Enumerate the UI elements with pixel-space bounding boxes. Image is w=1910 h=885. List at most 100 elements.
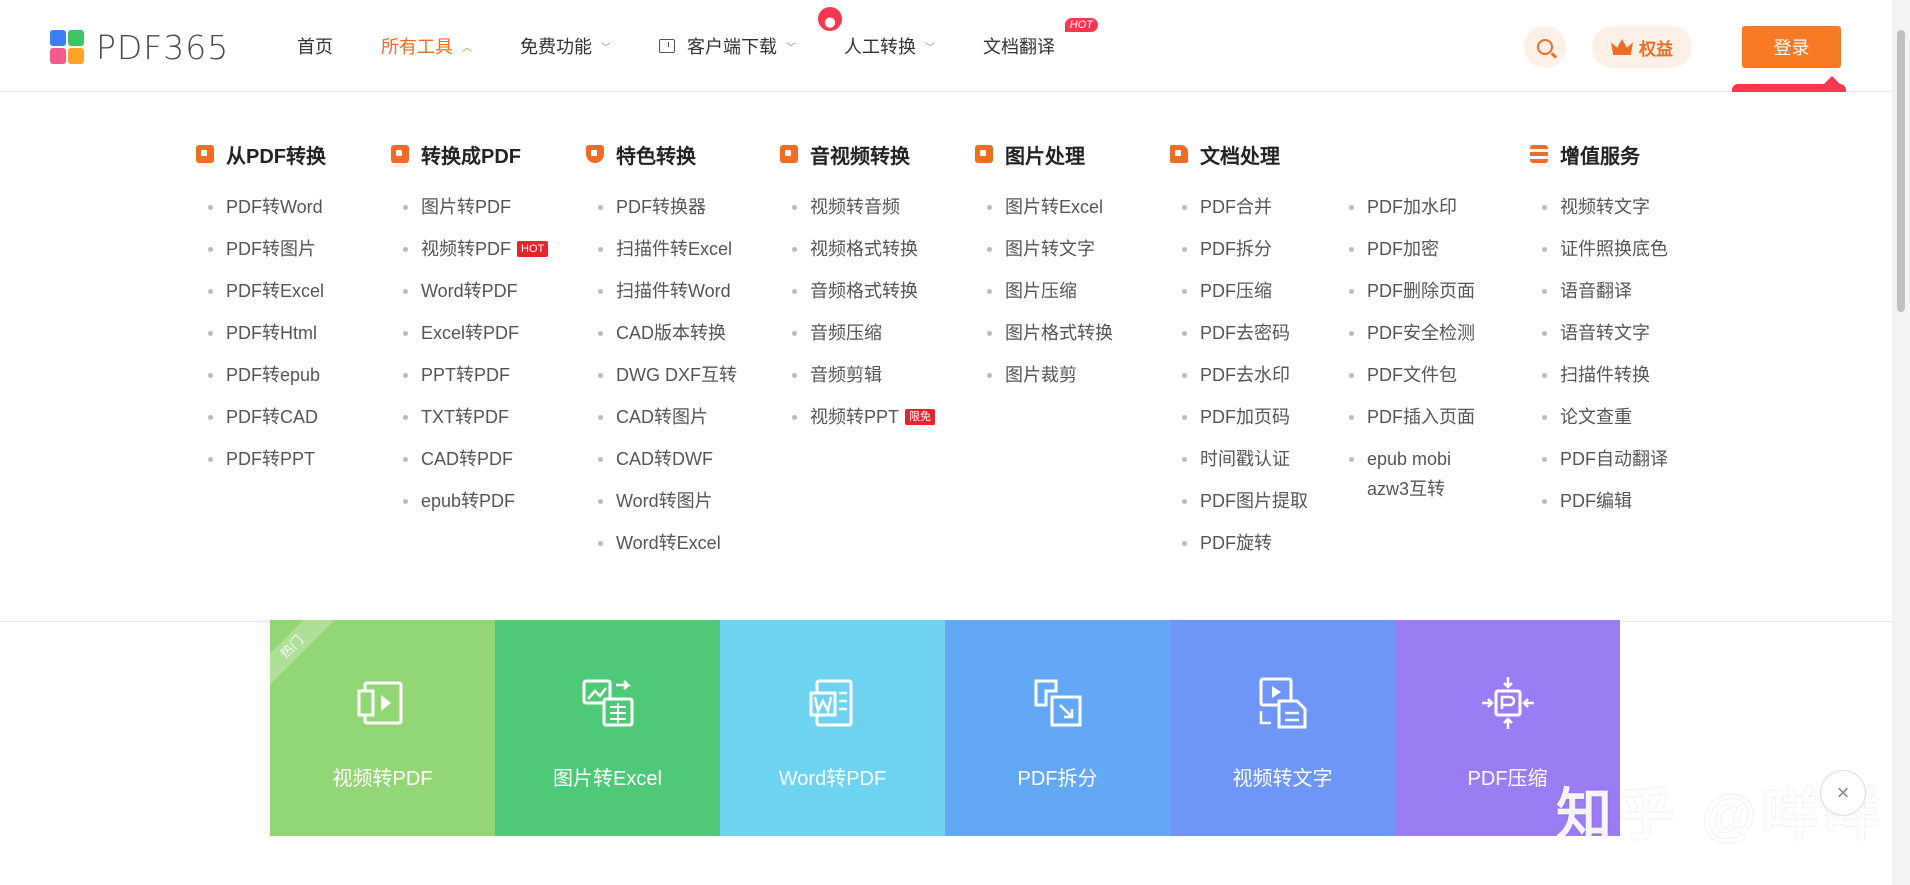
menu-item[interactable]: PDF压缩 [1170,270,1308,312]
menu-item[interactable]: PDF加水印 [1337,186,1497,228]
column-title: 音视频转换 [810,145,910,168]
menu-item[interactable]: 扫描件转Excel [586,228,737,270]
tile-image-to-excel[interactable]: 图片转Excel [495,620,720,836]
tile-label: 图片转Excel [553,768,662,790]
menu-item[interactable]: Word转PDF [391,270,548,312]
nav-free-features-label: 免费功能 [520,37,592,57]
menu-item[interactable]: PDF转Word [196,186,326,228]
tool-list: PDF加水印 PDF加密 PDF删除页面 PDF安全检测 PDF文件包 PDF插… [1337,186,1497,510]
menu-item[interactable]: 图片转Excel [975,186,1113,228]
menu-item[interactable]: TXT转PDF [391,396,548,438]
menu-item[interactable]: 扫描件转Word [586,270,737,312]
menu-item[interactable]: PDF拆分 [1170,228,1308,270]
menu-item[interactable]: PDF文件包 [1337,354,1497,396]
tile-video-to-text[interactable]: 视频转文字 [1170,620,1395,836]
menu-item[interactable]: PDF转图片 [196,228,326,270]
menu-item[interactable]: 证件照换底色 [1530,228,1668,270]
menu-item[interactable]: PDF加页码 [1170,396,1308,438]
menu-item[interactable]: 音频格式转换 [780,270,935,312]
menu-item[interactable]: 语音翻译 [1530,270,1668,312]
word-to-pdf-icon [809,679,852,727]
menu-item[interactable]: epub mobi azw3互转 [1337,438,1497,510]
menu-item[interactable]: PDF图片提取 [1170,480,1308,522]
menu-item[interactable]: DWG DXF互转 [586,354,737,396]
pdf-convert-icon [196,145,214,163]
menu-item-label: 视频转PPT [810,407,900,427]
search-button[interactable] [1524,26,1566,68]
column-title: 增值服务 [1560,145,1640,168]
menu-item[interactable]: Word转图片 [586,480,737,522]
menu-item[interactable]: PDF删除页面 [1337,270,1497,312]
menu-item[interactable]: 语音转文字 [1530,312,1668,354]
menu-item[interactable]: CAD转图片 [586,396,737,438]
nav-free-features[interactable]: 免费功能 ﹀ [520,33,611,59]
menu-item[interactable]: PDF去水印 [1170,354,1308,396]
menu-item[interactable]: 视频格式转换 [780,228,935,270]
menu-item[interactable]: CAD转PDF [391,438,548,480]
menu-item[interactable]: PDF转Excel [196,270,326,312]
menu-item[interactable]: 图片裁剪 [975,354,1113,396]
featured-tools: 热门 视频转PDF 图片转Excel Word转PDF PDF拆分 视频转文字 … [270,620,1620,836]
menu-item[interactable]: 图片格式转换 [975,312,1113,354]
menu-item[interactable]: PDF转epub [196,354,326,396]
chevron-up-icon: ︿ [462,42,472,54]
menu-item[interactable]: PDF加密 [1337,228,1497,270]
nav-client-download[interactable]: 客户端下载 ﹀ [659,33,796,59]
menu-item[interactable]: epub转PDF [391,480,548,522]
menu-item[interactable]: 视频转文字 [1530,186,1668,228]
menu-item[interactable]: 图片转文字 [975,228,1113,270]
menu-item[interactable]: PDF合并 [1170,186,1308,228]
menu-item[interactable]: PDF转PPT [196,438,326,480]
tile-video-to-pdf[interactable]: 热门 视频转PDF [270,620,495,836]
menu-item[interactable]: PDF自动翻译 [1530,438,1668,480]
menu-item[interactable]: 音频剪辑 [780,354,935,396]
nav-manual-conversion-label: 人工转换 [844,37,916,57]
menu-item[interactable]: 扫描件转换 [1530,354,1668,396]
menu-item[interactable]: Excel转PDF [391,312,548,354]
nav-manual-conversion[interactable]: 人工转换 ﹀ [818,7,935,59]
scrollbar-thumb[interactable] [1897,30,1905,312]
menu-column-docs-more: PDF加水印 PDF加密 PDF删除页面 PDF安全检测 PDF文件包 PDF插… [1337,172,1497,510]
menu-item[interactable]: 视频转PPT 限免 [780,396,936,438]
menu-item[interactable]: PDF去密码 [1170,312,1308,354]
logo[interactable]: PDF365 [50,28,229,67]
menu-column-image: 图片处理 图片转Excel 图片转文字 图片压缩 图片格式转换 图片裁剪 [975,136,1113,396]
menu-item[interactable]: PDF转换器 [586,186,737,228]
menu-item[interactable]: 论文查重 [1530,396,1668,438]
menu-item[interactable]: PDF转CAD [196,396,326,438]
tool-list: PDF合并 PDF拆分 PDF压缩 PDF去密码 PDF去水印 PDF加页码 时… [1170,186,1308,564]
rights-button[interactable]: 权益 [1592,26,1692,68]
menu-item[interactable]: 视频转PDF HOT [391,228,549,270]
column-heading: 增值服务 [1530,136,1668,172]
login-button[interactable]: 登录 [1742,26,1841,68]
nav-all-tools[interactable]: 所有工具 ︿ [381,33,472,59]
menu-item[interactable]: 图片转PDF [391,186,548,228]
top-header: PDF365 首页 所有工具 ︿ 免费功能 ﹀ 客户端下载 ﹀ 人工转换 ﹀ 文… [0,0,1892,94]
tile-label: PDF压缩 [1467,768,1548,790]
menu-item[interactable]: PPT转PDF [391,354,548,396]
menu-item[interactable]: CAD转DWF [586,438,737,480]
tool-list: 视频转音频 视频格式转换 音频格式转换 音频压缩 音频剪辑 视频转PPT 限免 [780,186,936,438]
tile-label: Word转PDF [778,768,887,790]
menu-item[interactable]: PDF安全检测 [1337,312,1497,354]
list-icon [1530,145,1548,163]
menu-item[interactable]: Word转Excel [586,522,737,564]
menu-item[interactable]: 时间戳认证 [1170,438,1308,480]
close-icon[interactable]: × [1820,770,1866,816]
menu-item[interactable]: PDF编辑 [1530,480,1668,522]
vertical-scrollbar[interactable] [1892,0,1910,885]
menu-item[interactable]: PDF旋转 [1170,522,1308,564]
tile-pdf-split[interactable]: PDF拆分 [945,620,1170,836]
menu-item[interactable]: 音频压缩 [780,312,935,354]
menu-item[interactable]: PDF转Html [196,312,326,354]
menu-column-special: 特色转换 PDF转换器 扫描件转Excel 扫描件转Word CAD版本转换 D… [586,136,737,564]
menu-item[interactable]: 图片压缩 [975,270,1113,312]
video-to-text-icon [1259,677,1306,729]
nav-doc-translate[interactable]: 文档翻译 HOT [983,18,1098,59]
nav-home[interactable]: 首页 [297,33,333,59]
menu-item[interactable]: 视频转音频 [780,186,935,228]
menu-item[interactable]: CAD版本转换 [586,312,737,354]
menu-item[interactable]: PDF插入页面 [1337,396,1497,438]
tile-word-to-pdf[interactable]: Word转PDF [720,620,945,836]
crown-icon [1611,39,1633,55]
